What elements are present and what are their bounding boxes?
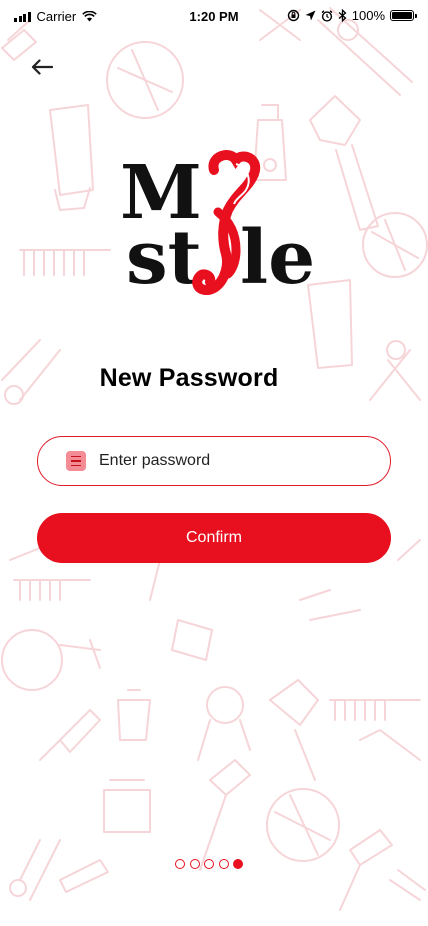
page-dot-5 — [233, 859, 243, 869]
battery-icon — [390, 10, 417, 21]
bluetooth-icon — [338, 9, 347, 22]
password-field[interactable] — [37, 436, 391, 486]
page-dot-4 — [218, 859, 229, 869]
status-bar: Carrier 1:20 PM 100% — [0, 0, 428, 34]
back-button[interactable] — [26, 52, 58, 82]
alarm-icon — [321, 9, 333, 22]
page-indicator — [175, 859, 243, 869]
lock-icon — [66, 451, 86, 471]
page-dot-3 — [204, 859, 214, 869]
battery-percent: 100% — [351, 8, 385, 23]
orientation-lock-icon — [287, 9, 299, 22]
svg-text:st: st — [126, 215, 202, 295]
svg-text:le: le — [240, 215, 314, 295]
confirm-button[interactable]: Confirm — [37, 513, 391, 563]
location-icon — [305, 10, 316, 21]
password-input[interactable] — [99, 441, 390, 481]
page-dot-1 — [175, 859, 185, 869]
brand-logo: M st le — [120, 150, 314, 295]
page-dot-2 — [189, 859, 200, 869]
page-title: New Password — [99, 364, 279, 392]
arrow-left-icon — [31, 59, 53, 75]
